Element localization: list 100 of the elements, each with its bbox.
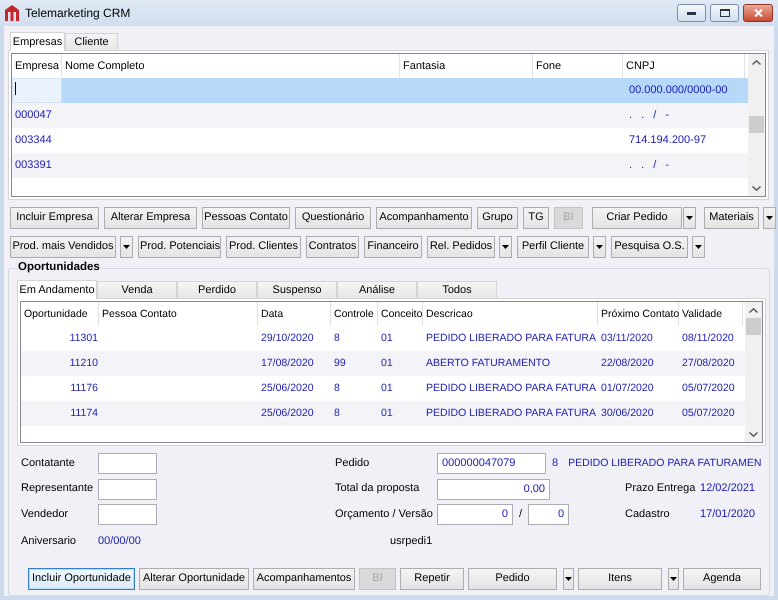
button[interactable]: Financeiro [364, 236, 422, 258]
dropdown-button[interactable] [763, 207, 776, 229]
input-field[interactable]: 000000047079 [437, 453, 546, 474]
input-field[interactable] [98, 453, 157, 474]
column-header[interactable]: Validade [679, 302, 743, 326]
button[interactable]: Acompanhamentos [253, 568, 355, 590]
tab[interactable]: Análise [337, 281, 417, 298]
table-row[interactable]: 11174 25/06/2020 8 01 PEDIDO LIBERADO PARA FATURA 30/06/2020 05/07/2020 [21, 401, 745, 426]
tab[interactable]: Em Andamento [17, 280, 97, 299]
caret-icon[interactable] [502, 245, 509, 249]
button[interactable]: Pessoas Contato [202, 207, 290, 229]
user-name-text: usrpedi1 [390, 534, 432, 548]
table-row[interactable]: 003344 714.194.200-97 [12, 128, 748, 153]
caret-icon[interactable] [670, 577, 677, 581]
button[interactable]: Rel. Pedidos [427, 236, 495, 258]
table-cell-text: 05/07/2020 [681, 406, 736, 421]
dropdown-button[interactable] [668, 568, 679, 590]
table-cell-text: 25/06/2020 [260, 406, 315, 421]
tab[interactable]: Cliente [65, 33, 118, 50]
button[interactable]: Questionário [295, 207, 371, 229]
column-header[interactable]: Oportunidade [21, 302, 99, 326]
minimize-button[interactable] [677, 4, 706, 22]
field-label: Vendedor [21, 508, 68, 522]
button[interactable]: Itens [578, 568, 662, 590]
table-row[interactable]: 000047 . . / - [12, 103, 748, 128]
table-cell-text: PEDIDO LIBERADO PARA FATURA [425, 406, 597, 421]
table-row[interactable]: 11210 17/08/2020 99 01 ABERTO FATURAMENTO 22/08/2020 27/08/2020 [21, 351, 745, 376]
button[interactable]: Alterar Empresa [104, 207, 197, 229]
caret-icon[interactable] [565, 577, 572, 581]
caret-icon[interactable] [596, 245, 603, 249]
separator-text: / [519, 508, 522, 522]
maximize-button[interactable] [710, 4, 739, 22]
scroll-down-icon[interactable] [752, 186, 761, 191]
dropdown-button[interactable] [593, 236, 606, 258]
button[interactable]: TG [523, 207, 549, 229]
field-label: Aniversario [21, 534, 76, 548]
caret-icon[interactable] [695, 245, 702, 249]
input-field[interactable]: 0 [528, 504, 570, 525]
button[interactable]: Prod. Clientes [226, 236, 301, 258]
input-field[interactable] [98, 504, 157, 525]
tab[interactable]: Todos [417, 281, 497, 298]
scroll-up-icon[interactable] [749, 308, 758, 313]
button[interactable]: Criar Pedido [592, 207, 682, 229]
dropdown-button[interactable] [683, 207, 696, 229]
button[interactable]: Perfil Cliente [517, 236, 589, 258]
column-header[interactable]: Controle [331, 302, 378, 326]
dropdown-button[interactable] [692, 236, 705, 258]
column-header[interactable]: Pessoa Contato [99, 302, 258, 326]
button[interactable]: Incluir Oportunidade [28, 568, 135, 590]
button[interactable]: Prod. mais Vendidos [10, 236, 116, 258]
column-header[interactable]: Conceito [378, 302, 423, 326]
table-cell-text: 01 [380, 356, 394, 371]
tab[interactable]: Empresas [10, 32, 65, 51]
dropdown-button[interactable] [499, 236, 512, 258]
button[interactable]: Repetir [400, 568, 464, 590]
column-header[interactable]: Data [258, 302, 331, 326]
button[interactable]: Pedido [468, 568, 557, 590]
button[interactable]: Contratos [306, 236, 359, 258]
tab[interactable]: Perdido [177, 281, 257, 298]
scrollbar-thumb[interactable] [749, 116, 764, 133]
table-row[interactable]: 11176 25/06/2020 8 01 PEDIDO LIBERADO PARA FATURA 01/07/2020 05/07/2020 [21, 376, 745, 401]
table-row[interactable]: 003391 . . / - [12, 153, 748, 178]
input-field[interactable] [98, 478, 157, 500]
scroll-down-icon[interactable] [749, 432, 758, 437]
column-header[interactable]: Próximo Contato [598, 302, 679, 326]
vertical-scrollbar[interactable] [745, 302, 762, 442]
table-cell-text: 11174 [69, 406, 99, 421]
button[interactable]: Prod. Potenciais [138, 236, 221, 258]
tab[interactable]: Suspenso [257, 281, 337, 298]
button[interactable]: Incluir Empresa [10, 207, 99, 229]
table-row[interactable]: 11301 29/10/2020 8 01 PEDIDO LIBERADO PARA FATURA 03/11/2020 08/11/2020 [21, 326, 745, 351]
scrollbar-thumb[interactable] [746, 318, 761, 335]
button[interactable]: Alterar Oportunidade [139, 568, 249, 590]
input-field[interactable]: 0 [437, 504, 513, 525]
dropdown-button[interactable] [563, 568, 574, 590]
button[interactable]: Grupo [477, 207, 518, 229]
minimize-icon[interactable] [687, 12, 696, 14]
caret-icon[interactable] [123, 245, 130, 249]
button[interactable]: Agenda [683, 568, 761, 590]
window-title: Telemarketing CRM [25, 6, 130, 20]
table-row[interactable]: 00.000.000/0000-00 [12, 78, 748, 103]
tab[interactable]: Venda [97, 281, 177, 298]
cell-edit-field[interactable] [12, 78, 62, 103]
caret-icon[interactable] [766, 216, 773, 220]
table-cell-text: 22/08/2020 [600, 356, 655, 371]
table-cell-text: 11210 [68, 356, 99, 371]
date-value: 17/01/2020 [700, 508, 756, 522]
scroll-up-icon[interactable] [752, 60, 761, 65]
button[interactable]: Acompanhamento [376, 207, 472, 229]
vertical-scrollbar[interactable] [748, 54, 765, 196]
maximize-icon[interactable] [720, 9, 730, 17]
table-cell-text: 99 [333, 356, 347, 371]
dropdown-button[interactable] [120, 236, 133, 258]
close-button[interactable] [743, 4, 773, 22]
column-header[interactable]: Descricao [423, 302, 598, 326]
button[interactable]: Pesquisa O.S. [611, 236, 688, 258]
input-field[interactable]: 0,00 [437, 478, 550, 500]
caret-icon[interactable] [686, 216, 693, 220]
button[interactable]: Materiais [704, 207, 759, 229]
close-icon[interactable] [754, 9, 762, 17]
